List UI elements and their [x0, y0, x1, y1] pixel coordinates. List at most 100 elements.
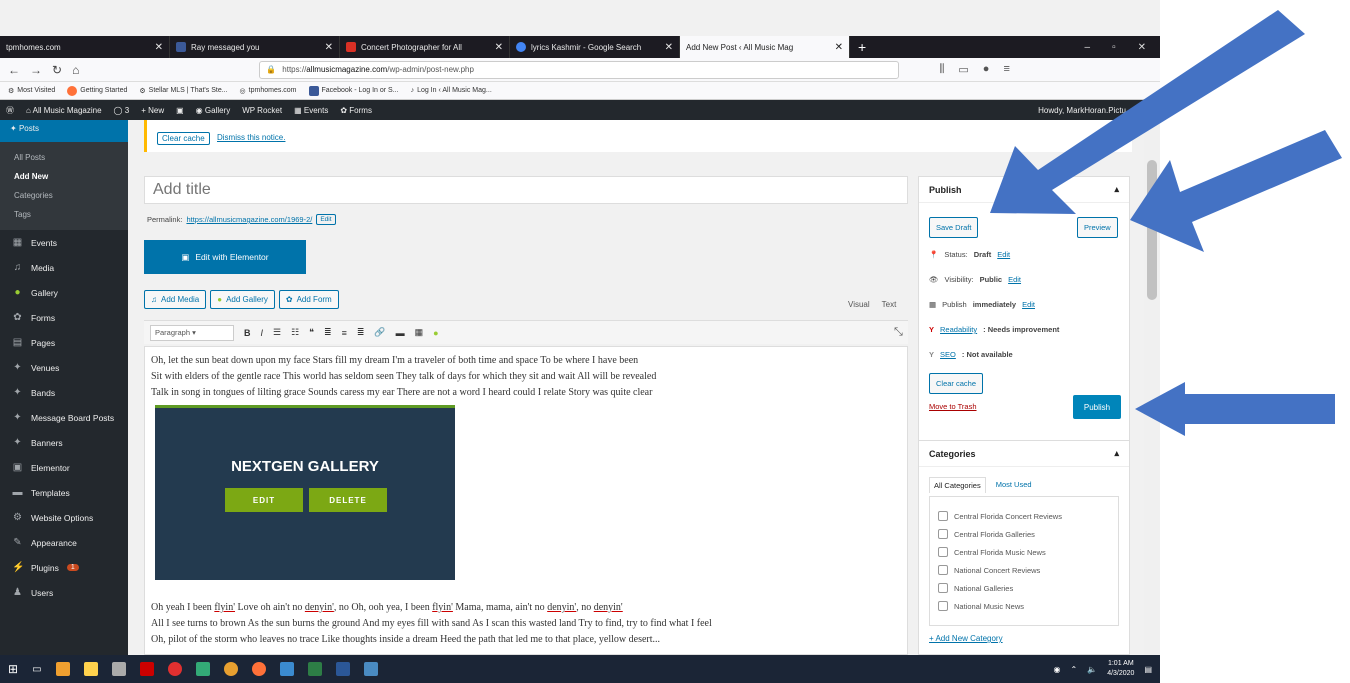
app-icon[interactable]: [223, 662, 238, 676]
app-icon[interactable]: [55, 662, 70, 676]
collapse-arrow-icon[interactable]: ▴: [1114, 184, 1119, 195]
sidebar-item-gallery[interactable]: ● Gallery: [0, 280, 128, 305]
clear-cache-button[interactable]: Clear cache: [929, 373, 984, 394]
italic-icon[interactable]: I: [261, 328, 264, 338]
tab-text[interactable]: Text: [882, 300, 897, 309]
notice-clear-cache-button[interactable]: Clear cache: [157, 132, 210, 145]
task-view-icon[interactable]: ▭: [32, 664, 41, 675]
acrobat-icon[interactable]: [139, 662, 154, 676]
browser-tab[interactable]: lyrics Kashmir - Google Search ✕: [510, 36, 680, 58]
chevron-up-icon[interactable]: ⌃: [1071, 665, 1078, 674]
sidebar-item-posts[interactable]: ✦ Posts: [0, 120, 128, 142]
tab-all-categories[interactable]: All Categories: [929, 477, 986, 493]
checkbox[interactable]: [938, 565, 948, 575]
sidebar-item-plugins[interactable]: ⚡ Plugins 1: [0, 555, 128, 580]
volume-icon[interactable]: 🔈: [1087, 665, 1097, 674]
new-tab-icon[interactable]: +: [850, 36, 874, 58]
notification-icon[interactable]: ▤: [1144, 665, 1152, 674]
gallery-icon[interactable]: ●: [433, 328, 438, 338]
sidebar-item-elementor[interactable]: ▣ Elementor: [0, 455, 128, 480]
read-more-icon[interactable]: ▬: [396, 328, 405, 338]
bookmark[interactable]: ♪ Log In ‹ All Music Mag...: [411, 87, 492, 94]
app-icon[interactable]: [279, 662, 294, 676]
readability-link[interactable]: Readability: [940, 325, 977, 334]
checkbox[interactable]: [938, 583, 948, 593]
sidebar-item-events[interactable]: ▦ Events: [0, 230, 128, 255]
sidebar-item-users[interactable]: ♟ Users: [0, 580, 128, 605]
category-item[interactable]: Central Florida Music News: [938, 543, 1110, 561]
collapse-arrow-icon[interactable]: ▴: [1114, 448, 1119, 459]
amazon-icon[interactable]: [111, 662, 126, 676]
sidebar-item-templates[interactable]: ▬ Templates: [0, 480, 128, 505]
close-icon[interactable]: ✕: [495, 42, 503, 53]
sidebar-item-appearance[interactable]: ✎ Appearance: [0, 530, 128, 555]
maximize-icon[interactable]: ▫: [1112, 42, 1116, 53]
wp-rocket-link[interactable]: WP Rocket: [242, 106, 282, 115]
bookmark[interactable]: Facebook - Log In or S...: [308, 85, 399, 96]
align-left-icon[interactable]: ≣: [324, 327, 332, 338]
network-icon[interactable]: ◉: [1054, 665, 1061, 674]
app-icon[interactable]: [167, 662, 182, 676]
bookmark[interactable]: Getting Started: [67, 85, 127, 96]
status-edit-link[interactable]: Edit: [997, 250, 1010, 259]
checkbox[interactable]: [938, 601, 948, 611]
gallery-edit-button[interactable]: EDIT: [225, 488, 303, 512]
windows-start-icon[interactable]: ⊞: [8, 662, 18, 676]
sidebar-item-media[interactable]: ♫ Media: [0, 255, 128, 280]
minimize-icon[interactable]: –: [1085, 42, 1091, 53]
elementor-icon[interactable]: ▣: [176, 106, 184, 115]
add-form-button[interactable]: ✿ Add Form: [278, 290, 339, 309]
url-bar[interactable]: 🔒 https://allmusicmagazine.com/wp-admin/…: [259, 60, 900, 79]
save-draft-button[interactable]: Save Draft: [929, 217, 979, 238]
submenu-categories[interactable]: Categories: [0, 186, 128, 205]
sidebar-item-bands[interactable]: ✦ Bands: [0, 380, 128, 405]
checkbox[interactable]: [938, 547, 948, 557]
publish-button[interactable]: Publish: [1073, 395, 1121, 419]
word-icon[interactable]: [335, 662, 350, 676]
category-item[interactable]: National Galleries: [938, 579, 1110, 597]
extension-icon[interactable]: ●: [983, 63, 990, 76]
category-item[interactable]: Central Florida Concert Reviews: [938, 507, 1110, 525]
tab-visual[interactable]: Visual: [848, 300, 870, 309]
back-icon[interactable]: ←: [8, 63, 20, 77]
blockquote-icon[interactable]: ❝: [309, 327, 314, 338]
gallery-link[interactable]: ◉ Gallery: [196, 106, 231, 115]
gallery-delete-button[interactable]: DELETE: [309, 488, 387, 512]
sidebar-icon[interactable]: ▭: [958, 63, 968, 76]
category-item[interactable]: National Music News: [938, 597, 1110, 615]
reload-icon[interactable]: ↻: [52, 63, 62, 77]
admin-site-link[interactable]: ⌂ All Music Magazine: [26, 106, 102, 115]
bookmark[interactable]: ⚙ Most Visited: [8, 87, 55, 95]
browser-tab[interactable]: tpmhomes.com ✕: [0, 36, 170, 58]
permalink-edit-button[interactable]: Edit: [316, 214, 336, 225]
scroll-thumb[interactable]: [1147, 160, 1157, 300]
move-to-trash-link[interactable]: Move to Trash: [929, 402, 977, 411]
menu-icon[interactable]: ≡: [1003, 63, 1009, 76]
forward-icon[interactable]: →: [30, 63, 42, 77]
preview-button[interactable]: Preview: [1077, 217, 1118, 238]
sidebar-item-website-options[interactable]: ⚙ Website Options: [0, 505, 128, 530]
permalink-link[interactable]: https://allmusicmagazine.com/1969-2/: [186, 215, 312, 224]
home-icon[interactable]: ⌂: [72, 63, 79, 77]
fullscreen-icon[interactable]: ⤡: [894, 326, 903, 339]
tab-most-used[interactable]: Most Used: [992, 477, 1036, 493]
window-close-icon[interactable]: ✕: [1138, 42, 1146, 53]
events-link[interactable]: ▦ Events: [294, 106, 328, 115]
category-item[interactable]: Central Florida Galleries: [938, 525, 1110, 543]
schedule-edit-link[interactable]: Edit: [1022, 300, 1035, 309]
post-title-input[interactable]: [144, 176, 908, 204]
bookmark[interactable]: ⚙ Stellar MLS | That's Ste...: [139, 87, 227, 95]
seo-link[interactable]: SEO: [940, 350, 956, 359]
firefox-icon[interactable]: [251, 662, 266, 676]
app-icon[interactable]: [363, 662, 378, 676]
edit-with-elementor-button[interactable]: ▣ Edit with Elementor: [144, 240, 306, 274]
paragraph-format-select[interactable]: Paragraph ▾: [150, 324, 234, 341]
bookmark[interactable]: ◎ tpmhomes.com: [240, 87, 297, 95]
close-icon[interactable]: ✕: [325, 42, 333, 53]
app-icon[interactable]: [195, 662, 210, 676]
checkbox[interactable]: [938, 511, 948, 521]
wordpress-icon[interactable]: Ⓦ: [6, 105, 14, 116]
sidebar-item-pages[interactable]: ▤ Pages: [0, 330, 128, 355]
submenu-add-new[interactable]: Add New: [0, 167, 128, 186]
browser-tab[interactable]: Concert Photographer for All ✕: [340, 36, 510, 58]
